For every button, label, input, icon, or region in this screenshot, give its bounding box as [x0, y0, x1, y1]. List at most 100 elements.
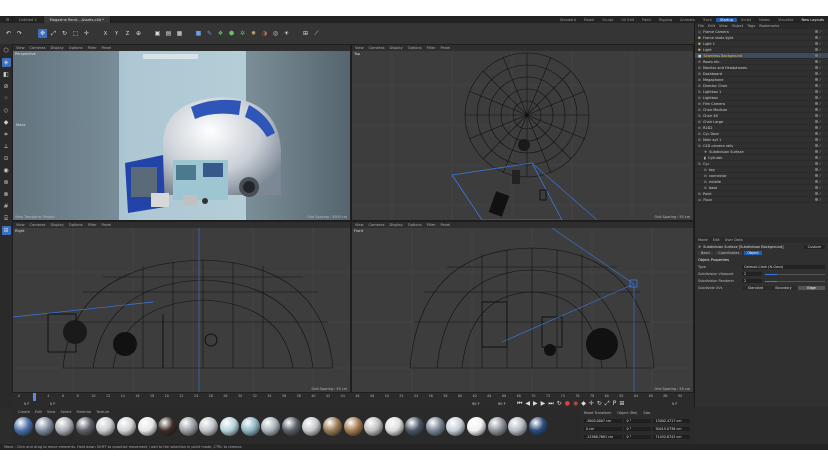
mat-menu-select[interactable]: Select	[60, 410, 71, 414]
material-swatch[interactable]	[96, 417, 116, 436]
rot-key-icon[interactable]: ↻	[597, 400, 602, 408]
layout-paint[interactable]: Paint	[638, 18, 655, 22]
uv-option-boundary[interactable]: Boundary	[770, 286, 797, 290]
material-swatch[interactable]	[137, 417, 157, 436]
layout-script[interactable]: Script	[737, 18, 755, 22]
y-axis-icon[interactable]: Y	[112, 29, 121, 38]
visibility-dot-icon[interactable]	[814, 60, 818, 63]
enabled-check-icon[interactable]: ✓	[819, 107, 822, 112]
param-key-icon[interactable]: P	[613, 400, 617, 408]
keyframe-icon[interactable]: ◆	[581, 400, 586, 408]
layout-track[interactable]: Track	[699, 18, 716, 22]
loop-icon[interactable]: ↻	[557, 400, 562, 408]
visibility-dot-icon[interactable]	[814, 174, 818, 177]
om-menu-file[interactable]: File	[698, 24, 704, 28]
vp-menu-cameras[interactable]: Cameras	[30, 46, 46, 50]
om-menu-tags[interactable]: Tags	[747, 24, 755, 28]
mat-menu-texture[interactable]: Texture	[96, 410, 109, 414]
redo-icon[interactable]: ↷	[15, 29, 24, 38]
mat-menu-view[interactable]: View	[47, 410, 56, 414]
vp-menu-filter[interactable]: Filter	[88, 46, 97, 50]
material-swatch[interactable]	[446, 417, 466, 436]
vp-menu-options[interactable]: Options	[408, 46, 422, 50]
enabled-check-icon[interactable]: ✓	[819, 197, 822, 202]
rot-b-field[interactable]: 0 °	[624, 434, 652, 439]
quantize-icon[interactable]: ⌸	[2, 214, 11, 223]
vp-menu-filter[interactable]: Filter	[427, 46, 436, 50]
tweak-mode-icon[interactable]: ⊙	[2, 154, 11, 163]
render-picture-icon[interactable]: ▤	[164, 29, 173, 38]
enabled-check-icon[interactable]: ✓	[819, 143, 822, 148]
camera-icon[interactable]: ◎	[271, 29, 280, 38]
visibility-dot-icon[interactable]	[814, 144, 818, 147]
z-axis-icon[interactable]: Z	[123, 29, 132, 38]
visibility-dot-icon[interactable]	[814, 78, 818, 81]
scale-tool-icon[interactable]: ⤢	[49, 29, 58, 38]
enabled-check-icon[interactable]: ✓	[819, 101, 822, 106]
viewport-solo-icon[interactable]: ⊞	[1, 226, 11, 235]
end-frame-field[interactable]: 90 F	[472, 402, 480, 406]
visibility-dot-icon[interactable]	[814, 150, 818, 153]
pos-z-field[interactable]: -13368.7691 cm	[584, 434, 623, 439]
material-swatch[interactable]	[34, 417, 54, 436]
enabled-check-icon[interactable]: ✓	[819, 131, 822, 136]
environment-icon[interactable]: ◑	[260, 29, 269, 38]
vp-menu-cameras[interactable]: Cameras	[30, 223, 46, 227]
enabled-check-icon[interactable]: ✓	[819, 137, 822, 142]
material-swatch[interactable]	[14, 417, 33, 436]
material-swatch[interactable]	[425, 417, 445, 436]
cube-icon[interactable]: ■	[194, 29, 203, 38]
visibility-dot-icon[interactable]	[814, 42, 818, 45]
visibility-dot-icon[interactable]	[814, 114, 818, 117]
mat-menu-edit[interactable]: Edit	[35, 410, 42, 414]
subdiv-viewport-slider[interactable]	[765, 273, 825, 275]
move-tool-icon[interactable]: ✥	[38, 29, 47, 38]
preview-end-field[interactable]: 90 F	[498, 402, 506, 406]
visibility-dot-icon[interactable]	[814, 90, 818, 93]
preset-dropdown[interactable]: Custom	[803, 244, 825, 249]
attr-menu-mode[interactable]: Mode	[698, 238, 708, 242]
enabled-check-icon[interactable]: ✓	[819, 59, 822, 64]
enabled-check-icon[interactable]: ✓	[819, 179, 822, 184]
layout-visualize[interactable]: Visualize	[774, 18, 797, 22]
start-frame-field[interactable]: 0 F	[24, 402, 29, 406]
uv-option-standard[interactable]: Standard	[742, 286, 769, 290]
material-swatch[interactable]	[281, 417, 301, 436]
subdiv-viewport-field[interactable]: 2	[742, 272, 762, 276]
enabled-check-icon[interactable]: ✓	[819, 53, 822, 58]
autokey-icon[interactable]: ◉	[573, 400, 578, 408]
viewport-perspective[interactable]: View Cameras Display Options Filter Pane…	[12, 44, 351, 221]
object-row[interactable]: ▭ Floor ✓	[695, 197, 828, 203]
pen-icon[interactable]: ✎	[205, 29, 214, 38]
mat-menu-material[interactable]: Material	[77, 410, 92, 414]
enabled-check-icon[interactable]: ✓	[819, 83, 822, 88]
om-menu-object[interactable]: Object	[732, 24, 744, 28]
vp-menu-panel[interactable]: Panel	[102, 46, 112, 50]
om-menu-bookmarks[interactable]: Bookmarks	[759, 24, 779, 28]
layout-nodes[interactable]: Nodes	[755, 18, 774, 22]
enabled-check-icon[interactable]: ✓	[819, 47, 822, 52]
enabled-check-icon[interactable]: ✓	[819, 125, 822, 130]
tab-basic[interactable]: Basic	[698, 251, 714, 255]
prev-key-icon[interactable]: ◀	[525, 400, 530, 408]
material-swatch[interactable]	[508, 417, 528, 436]
enabled-check-icon[interactable]: ✓	[819, 173, 822, 178]
play-icon[interactable]: ▶	[533, 400, 538, 408]
vp-menu-display[interactable]: Display	[390, 46, 403, 50]
snap-toggle-icon[interactable]: ⊛	[2, 178, 11, 187]
om-menu-view[interactable]: View	[719, 24, 728, 28]
enabled-check-icon[interactable]: ✓	[819, 113, 822, 118]
material-swatch[interactable]	[364, 417, 384, 436]
vp-menu-panel[interactable]: Panel	[441, 223, 451, 227]
playhead[interactable]	[33, 393, 36, 401]
coord-mode-dropdown[interactable]: Object (Rel)	[617, 411, 637, 415]
vp-menu-display[interactable]: Display	[51, 223, 64, 227]
visibility-dot-icon[interactable]	[814, 30, 818, 33]
vp-menu-options[interactable]: Options	[69, 46, 83, 50]
snap-icon[interactable]: ⊞	[301, 29, 310, 38]
subdivision-icon[interactable]: ❖	[216, 29, 225, 38]
om-menu-edit[interactable]: Edit	[708, 24, 715, 28]
material-swatch[interactable]	[343, 417, 363, 436]
points-mode-icon[interactable]: ⁘	[2, 94, 11, 103]
uv-option-edge[interactable]: Edge	[798, 286, 825, 290]
